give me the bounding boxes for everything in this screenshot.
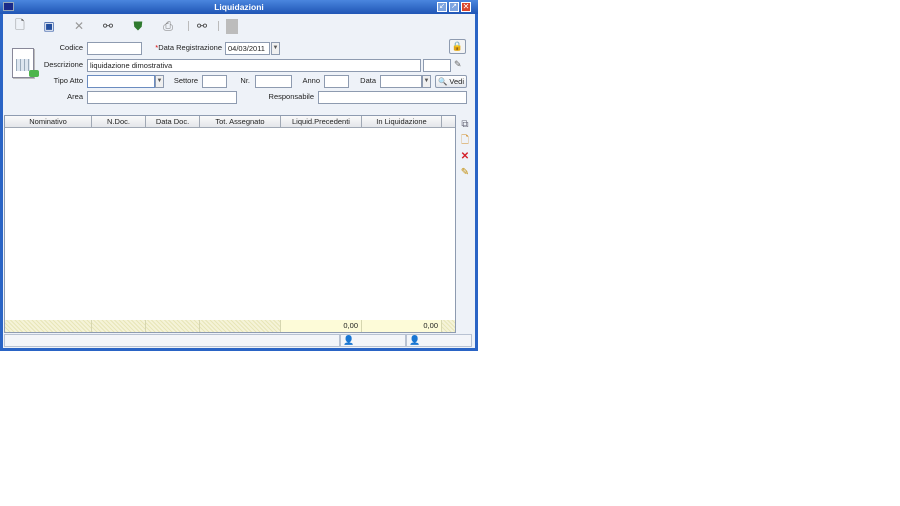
window-title: Liquidazioni (0, 0, 478, 14)
status-user: 👤 (340, 334, 406, 347)
new-icon: 🗋 (15, 17, 25, 32)
descrizione-input[interactable]: liquidazione dimostrativa (87, 59, 421, 72)
settore-input[interactable] (202, 75, 227, 88)
shield-button[interactable]: ⛊ (131, 19, 145, 33)
column-header-filler (442, 116, 455, 128)
user-info-icon: 👤 (409, 335, 421, 345)
descrizione-extra-input[interactable] (423, 59, 451, 72)
data-registrazione-dropdown[interactable]: ▼ (271, 42, 280, 55)
remove-row-button[interactable]: ✕ (459, 151, 471, 163)
data-input[interactable] (380, 75, 422, 88)
vedi-button[interactable]: 🔍 Vedi (435, 75, 467, 88)
anno-input[interactable] (324, 75, 349, 88)
responsabile-label: Responsabile (268, 92, 314, 101)
binoculars-icon: ⚯ (102, 19, 114, 33)
status-bar-message (4, 334, 340, 347)
print-button[interactable]: ⎙ (161, 19, 175, 33)
shield-icon: ⛊ (133, 18, 143, 33)
delete-icon: ✕ (73, 19, 85, 33)
save-button[interactable]: ▣ (42, 19, 56, 33)
column-header-in-liquidazione[interactable]: In Liquidazione (362, 116, 442, 128)
document-icon[interactable] (226, 19, 238, 34)
data-registrazione-input[interactable]: 04/03/2011 (225, 42, 270, 55)
descrizione-label: Descrizione (43, 60, 83, 69)
search-button[interactable]: ⚯ (101, 19, 115, 33)
tipo-atto-label: Tipo Atto (53, 76, 83, 85)
total-cell (442, 320, 455, 332)
print-icon: ⎙ (163, 18, 173, 33)
total-in-liquidazione: 0,00 (362, 320, 442, 332)
vedi-label: Vedi (449, 77, 465, 86)
view-row-button[interactable]: ⧉ (459, 119, 471, 131)
remove-icon: ✕ (460, 151, 470, 162)
add-icon: 🗋 (460, 135, 470, 146)
magnifier-icon: 🔍 (437, 77, 448, 86)
multi-search-button[interactable]: ⚯ (195, 19, 209, 33)
delete-button[interactable]: ✕ (72, 19, 86, 33)
data-registrazione-label: *Data Registrazione (155, 43, 222, 52)
add-row-button[interactable]: 🗋 (459, 135, 471, 147)
binoculars-doc-icon: ⚯ (196, 19, 208, 33)
form-badge-icon (29, 70, 39, 77)
save-icon: ▣ (43, 19, 55, 33)
lock-icon: 🔒 (451, 41, 464, 51)
maximize-button[interactable]: ↗ (449, 2, 459, 12)
total-cell (146, 320, 200, 332)
eraser-icon[interactable]: ✎ (454, 59, 465, 71)
anno-label: Anno (302, 76, 320, 85)
edit-icon: ✎ (460, 167, 470, 178)
nr-input[interactable] (255, 75, 292, 88)
settore-label: Settore (173, 76, 198, 85)
total-cell (200, 320, 281, 332)
data-dropdown[interactable]: ▼ (422, 75, 431, 88)
tipo-atto-dropdown[interactable]: ▼ (155, 75, 164, 88)
minimize-button[interactable]: ↙ (437, 2, 447, 12)
tipo-atto-input[interactable] (87, 75, 155, 88)
view-icon: ⧉ (461, 119, 469, 130)
column-header-data-doc[interactable]: Data Doc. (146, 116, 200, 128)
user-icon: 👤 (343, 335, 355, 345)
toolbar-separator (218, 21, 219, 31)
new-button[interactable]: 🗋 (13, 18, 27, 33)
lock-button[interactable]: 🔒 (449, 39, 466, 54)
total-liquid-precedenti: 0,00 (281, 320, 362, 332)
liquidazioni-table[interactable]: Nominativo N.Doc. Data Doc. Tot. Assegna… (4, 115, 456, 333)
column-header-tot-assegnato[interactable]: Tot. Assegnato (200, 116, 281, 128)
close-button[interactable]: ✕ (461, 2, 471, 12)
edit-row-button[interactable]: ✎ (459, 167, 471, 179)
column-header-nominativo[interactable]: Nominativo (5, 116, 92, 128)
codice-input[interactable] (87, 42, 142, 55)
data-label: Data (360, 76, 376, 85)
nr-label: Nr. (240, 76, 250, 85)
responsabile-input[interactable] (318, 91, 467, 104)
column-header-ndoc[interactable]: N.Doc. (92, 116, 146, 128)
area-input[interactable] (87, 91, 237, 104)
app-icon (3, 2, 14, 11)
column-header-liquid-precedenti[interactable]: Liquid.Precedenti (281, 116, 362, 128)
area-label: Area (67, 92, 83, 101)
codice-label: Codice (59, 43, 83, 52)
total-cell (92, 320, 146, 332)
total-cell (5, 320, 92, 332)
status-user-info: 👤 (406, 334, 472, 347)
toolbar-separator (188, 21, 189, 31)
